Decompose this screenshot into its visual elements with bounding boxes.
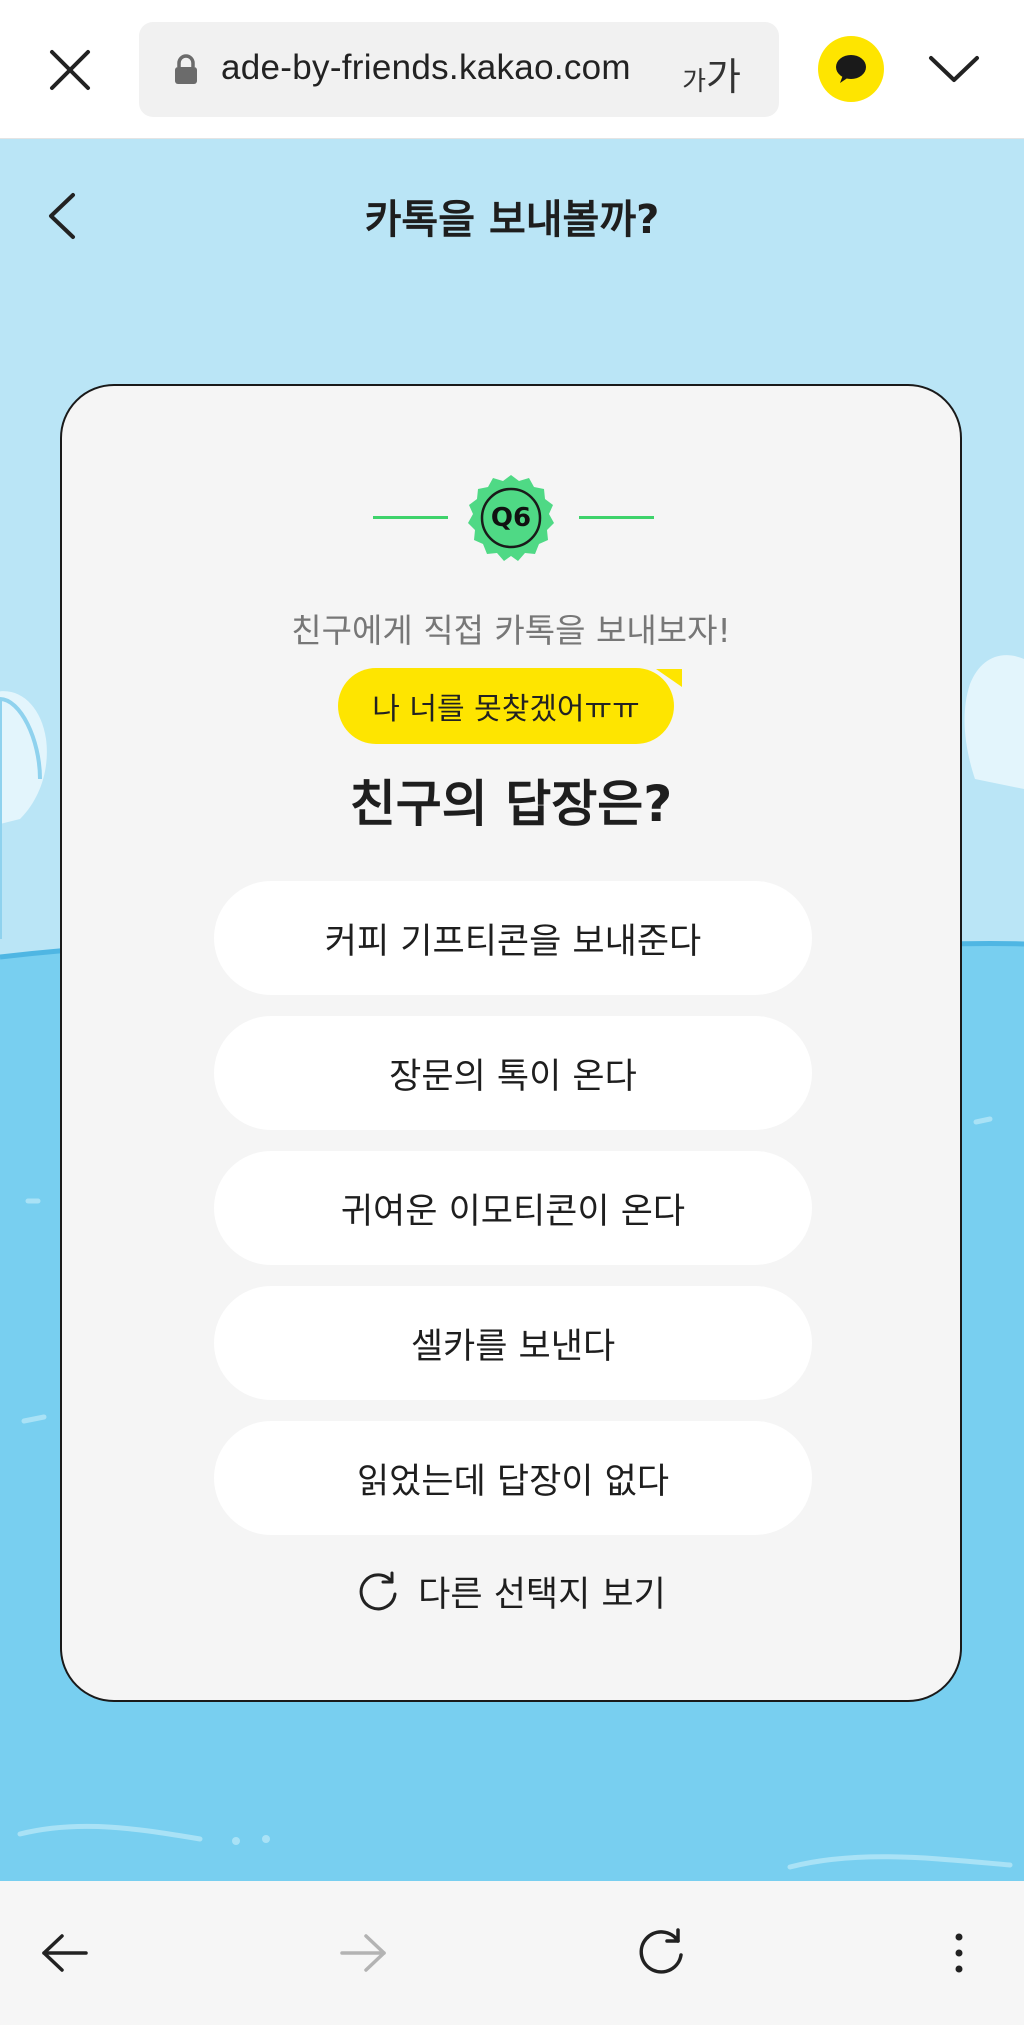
close-tab-button[interactable] — [40, 40, 100, 100]
chevron-down-icon — [929, 56, 979, 82]
page-content: 카톡을 보내볼까? Q6 친구에게 직접 카톡을 보내보자! 나 너를 못찾겠어… — [0, 139, 1024, 1881]
text-size-small-label: 가 — [682, 67, 707, 97]
url-text: ade-by-friends.kakao.com — [221, 48, 631, 87]
answer-option[interactable]: 셀카를 보낸다 — [214, 1286, 812, 1400]
browser-bottom-bar — [0, 1881, 1024, 2025]
text-size-button[interactable]: 가가 — [682, 46, 741, 101]
answer-option[interactable]: 장문의 톡이 온다 — [214, 1016, 812, 1130]
nav-forward-button[interactable] — [328, 1923, 398, 1983]
browser-top-bar: ade-by-friends.kakao.com 가가 — [0, 0, 1024, 139]
refresh-icon — [359, 1571, 397, 1610]
lock-icon — [173, 54, 199, 90]
address-bar[interactable]: ade-by-friends.kakao.com 가가 — [139, 22, 779, 117]
page-title: 카톡을 보내볼까? — [364, 197, 660, 243]
refresh-options-button[interactable]: 다른 선택지 보기 — [62, 1566, 960, 1617]
refresh-options-label: 다른 선택지 보기 — [418, 1575, 666, 1615]
more-options-button[interactable] — [924, 1923, 994, 1983]
close-icon — [50, 50, 90, 90]
answer-option[interactable]: 귀여운 이모티콘이 온다 — [214, 1151, 812, 1265]
badge-line-right — [579, 516, 654, 519]
card-subtitle: 친구에게 직접 카톡을 보내보자! — [291, 611, 731, 650]
question-badge: Q6 — [62, 466, 960, 566]
quiz-card: Q6 친구에게 직접 카톡을 보내보자! 나 너를 못찾겠어ㅠㅠ 친구의 답장은… — [60, 384, 962, 1702]
kakaotalk-icon — [836, 55, 866, 83]
question-number: Q6 — [490, 503, 532, 533]
reload-icon — [639, 1928, 683, 1974]
answer-options: 커피 기프티콘을 보내준다 장문의 톡이 온다 귀여운 이모티콘이 온다 셀카를… — [214, 881, 812, 1556]
message-bubble: 나 너를 못찾겠어ㅠㅠ — [338, 668, 674, 744]
kakaotalk-button[interactable] — [818, 36, 884, 102]
answer-option[interactable]: 읽었는데 답장이 없다 — [214, 1421, 812, 1535]
text-size-large-label: 가 — [706, 55, 741, 99]
nav-back-button[interactable] — [30, 1923, 100, 1983]
arrow-left-icon — [42, 1934, 88, 1972]
answer-option[interactable]: 커피 기프티콘을 보내준다 — [214, 881, 812, 995]
more-vertical-icon — [955, 1933, 963, 1973]
question-text: 친구의 답장은? — [349, 775, 673, 833]
badge-line-left — [373, 516, 448, 519]
menu-dropdown-button[interactable] — [924, 42, 984, 96]
reload-button[interactable] — [626, 1923, 696, 1983]
arrow-right-icon — [340, 1934, 386, 1972]
